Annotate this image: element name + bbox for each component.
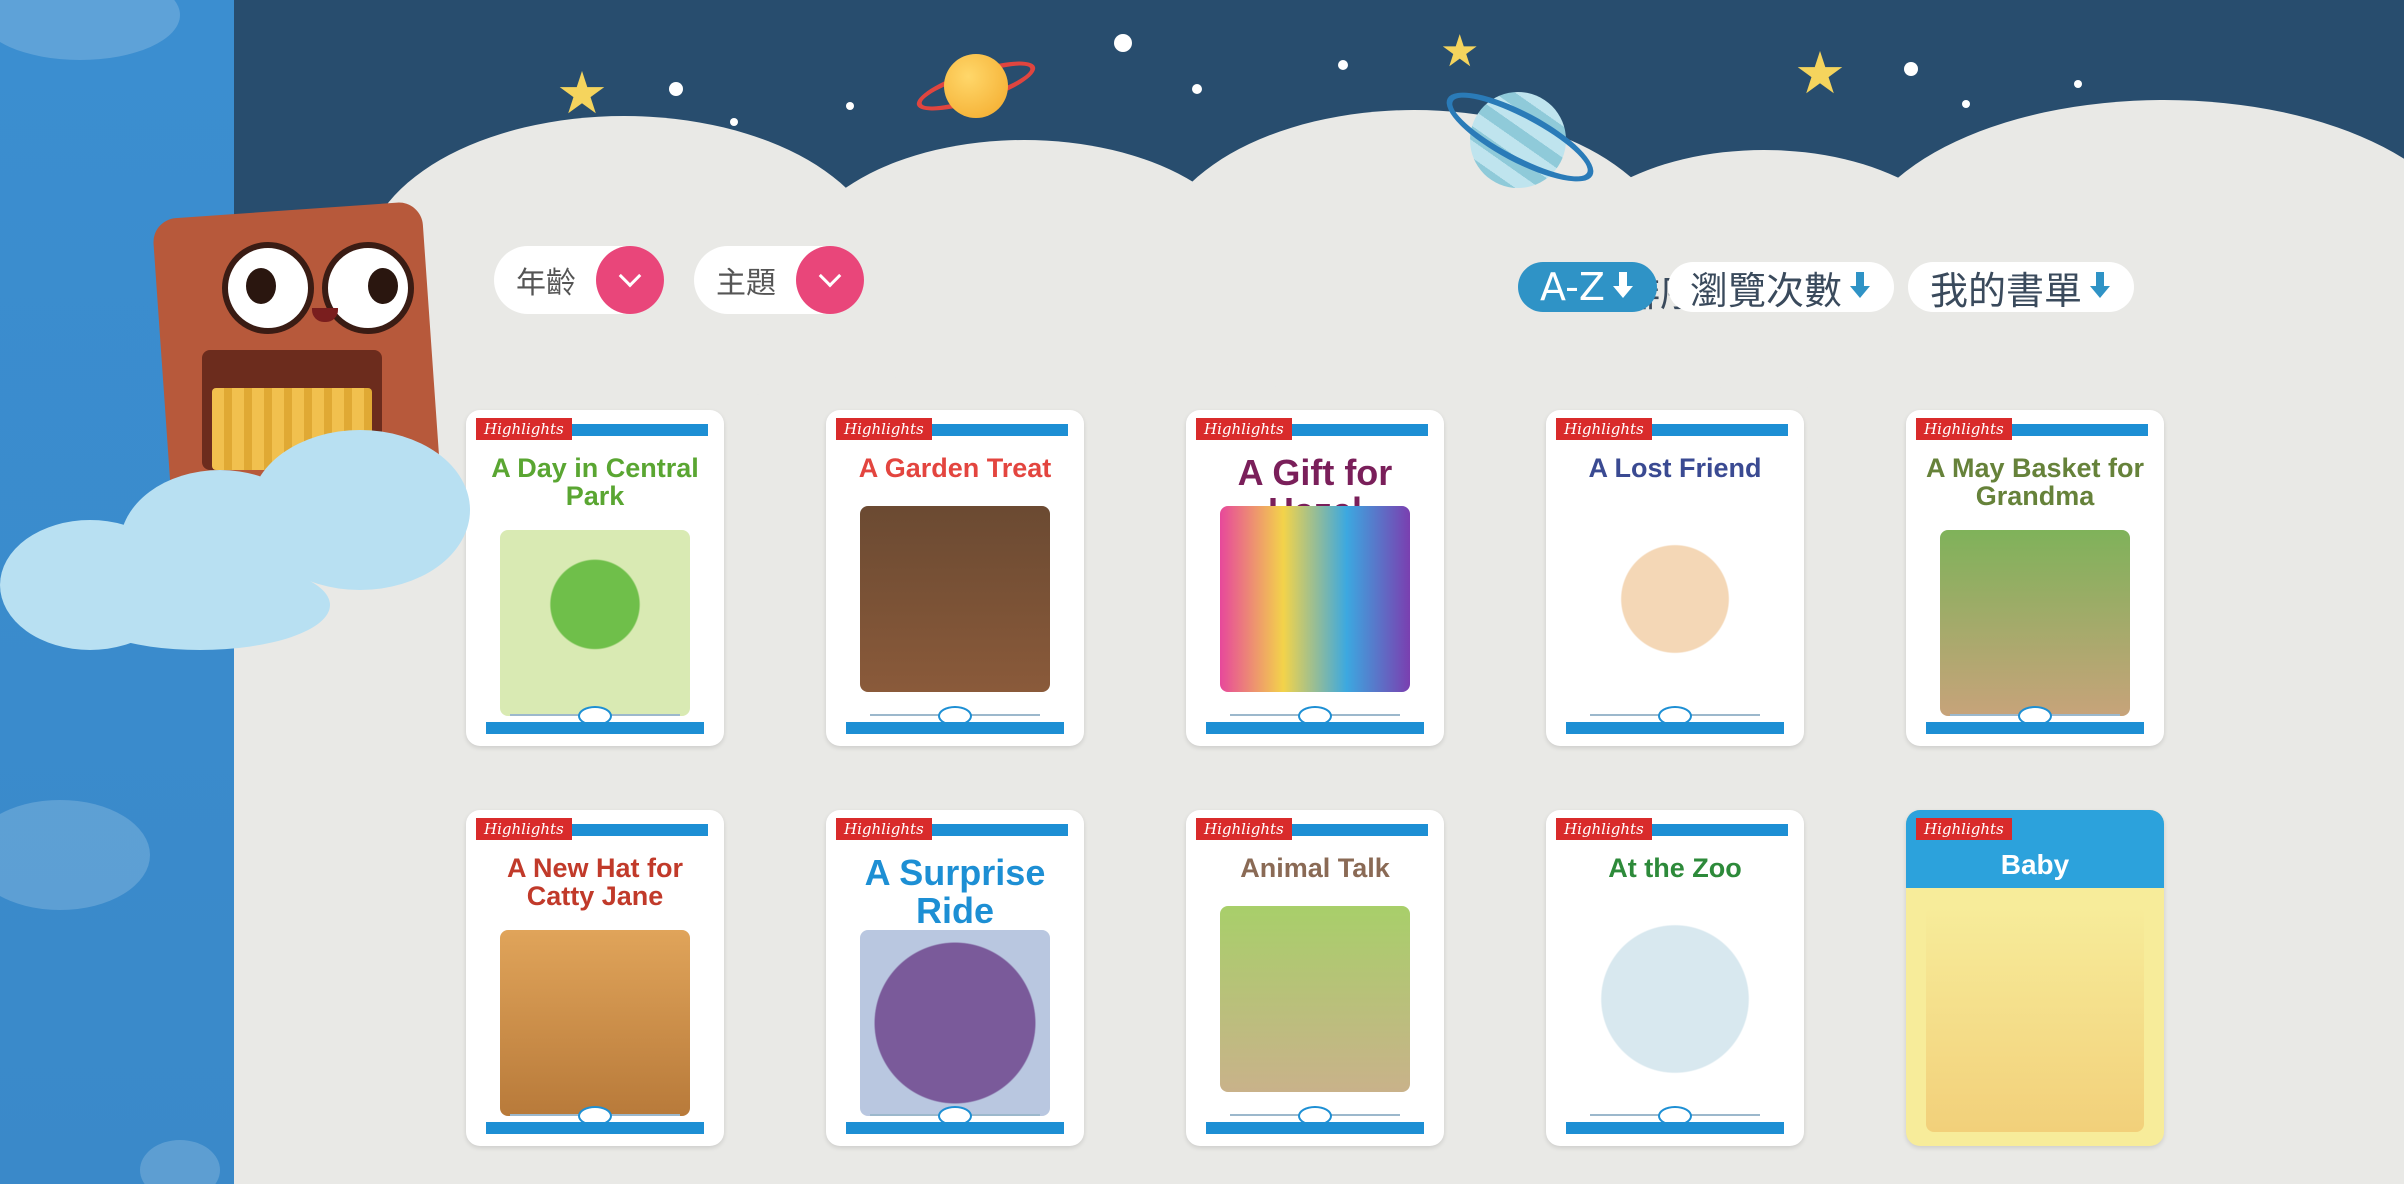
publisher-logo: Highlights (836, 818, 932, 840)
chevron-down-icon[interactable] (796, 246, 864, 314)
book-title: Baby (2000, 849, 2070, 880)
publisher-logo: Highlights (1196, 818, 1292, 840)
cover-illustration (1580, 906, 1770, 1092)
arrow-down-icon (1848, 272, 1872, 302)
cover-illustration (860, 506, 1050, 692)
book-title: At the Zoo (1608, 853, 1742, 883)
saturn-planet-icon (944, 54, 1008, 118)
cover-illustration (1926, 906, 2144, 1132)
book-card[interactable]: Highlights At the Zoo (1546, 810, 1804, 1146)
publisher-logo: Highlights (1556, 418, 1652, 440)
star-icon: ★ (1440, 26, 1480, 77)
cover-illustration (500, 530, 690, 716)
book-card[interactable]: Highlights A May Basket for Grandma (1906, 410, 2164, 746)
blue-cloud-decoration (0, 430, 470, 650)
cover-illustration (1220, 906, 1410, 1092)
star-dot (1962, 100, 1970, 108)
cover-bottom-bar (846, 1122, 1064, 1134)
book-card[interactable]: Highlights A Day in Central Park (466, 410, 724, 746)
publisher-logo: Highlights (1916, 418, 2012, 440)
book-card[interactable]: Highlights A Lost Friend (1546, 410, 1804, 746)
book-title: A Lost Friend (1588, 453, 1762, 483)
sort-views-button[interactable]: 瀏覽次數 (1668, 262, 1895, 313)
book-card[interactable]: HighlightsA Gift for Hazel (1186, 410, 1444, 746)
chevron-down-icon[interactable] (596, 246, 664, 314)
cover-bottom-bar (1566, 722, 1784, 734)
publisher-logo: Highlights (836, 418, 932, 440)
sort-option-label: A-Z (1540, 265, 1605, 309)
book-title: Animal Talk (1240, 853, 1390, 883)
cover-bottom-bar (1206, 1122, 1424, 1134)
sort-my-list-button[interactable]: 我的書單 (1908, 262, 2135, 313)
book-card[interactable]: Highlights A Surprise Ride (826, 810, 1084, 1146)
cover-bottom-bar (846, 722, 1064, 734)
publisher-logo: Highlights (476, 818, 572, 840)
cover-bottom-bar (1566, 1122, 1784, 1134)
book-title: A New Hat for Catty Jane (506, 853, 683, 912)
background-cloud (140, 1140, 220, 1184)
star-icon: ★ (1794, 39, 1846, 107)
cover-illustration (500, 930, 690, 1116)
cover-bottom-bar (1926, 722, 2144, 734)
topic-filter-dropdown[interactable]: 主題 (694, 246, 864, 314)
cover-bottom-bar (486, 722, 704, 734)
star-dot (1192, 84, 1202, 94)
star-dot (669, 82, 683, 96)
arrow-down-icon (1611, 272, 1635, 302)
background-cloud (0, 800, 150, 910)
book-card[interactable]: Highlights A Garden Treat (826, 410, 1084, 746)
sort-option-label: 瀏覽次數 (1690, 268, 1843, 313)
publisher-logo: Highlights (1556, 818, 1652, 840)
star-dot (2074, 80, 2082, 88)
star-dot (1904, 62, 1918, 76)
cover-bottom-bar (1206, 722, 1424, 734)
age-filter-dropdown[interactable]: 年齡 (494, 246, 664, 314)
book-title: A Surprise Ride (864, 852, 1046, 931)
age-filter-label: 年齡 (516, 266, 576, 301)
cover-illustration (860, 930, 1050, 1116)
star-dot (846, 102, 854, 110)
book-title: A May Basket for Grandma (1925, 453, 2145, 512)
cover-illustration (1580, 506, 1770, 692)
cover-bottom-bar (486, 1122, 704, 1134)
star-icon: ★ (556, 59, 608, 127)
star-dot (730, 118, 738, 126)
main-panel: ★ ★ ★ 年齡 主題 排序: A-Z 瀏覽次數 我的書單 Highlights… (234, 0, 2404, 1184)
book-title: A Garden Treat (858, 453, 1052, 483)
publisher-logo: Highlights (1196, 418, 1292, 440)
cover-illustration (1940, 530, 2130, 716)
star-dot (1114, 34, 1132, 52)
background-cloud (0, 0, 180, 60)
sort-a-z-button[interactable]: A-Z (1518, 262, 1657, 312)
publisher-logo: Highlights (476, 418, 572, 440)
star-dot (1338, 60, 1348, 70)
arrow-down-icon (2088, 272, 2112, 302)
mascot-eye (222, 242, 314, 334)
sort-option-label: 我的書單 (1930, 268, 2083, 313)
publisher-logo: Highlights (1916, 818, 2012, 840)
book-title: A Day in Central Park (491, 453, 699, 512)
book-card[interactable]: Highlights A New Hat for Catty Jane (466, 810, 724, 1146)
mascot-eye (322, 242, 414, 334)
topic-filter-label: 主題 (716, 266, 776, 301)
book-card[interactable]: Highlights Animal Talk (1186, 810, 1444, 1146)
book-card[interactable]: Highlights Baby (1906, 810, 2164, 1146)
cover-illustration (1220, 506, 1410, 692)
